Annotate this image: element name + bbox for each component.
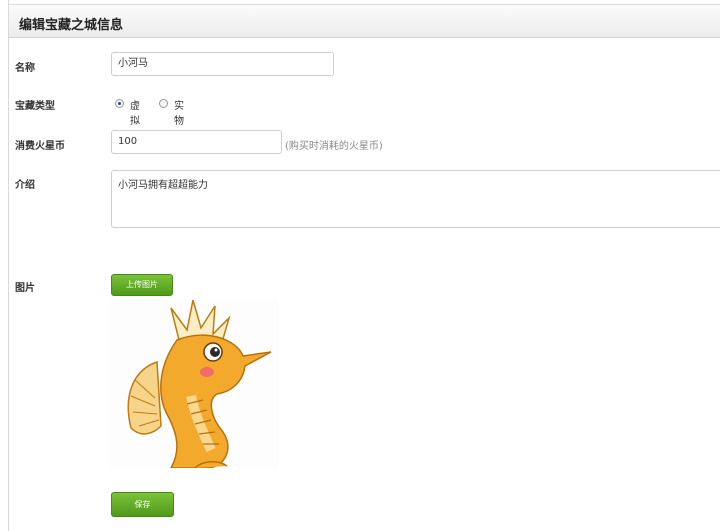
radio-virtual-label[interactable]: 虚拟 (130, 97, 140, 127)
intro-textarea[interactable]: 小河马拥有超超能力 (111, 170, 720, 228)
intro-label: 介绍 (15, 180, 35, 191)
radio-virtual[interactable] (115, 99, 124, 108)
radio-physical[interactable] (159, 99, 168, 108)
save-button[interactable]: 保存 (111, 492, 174, 517)
image-label: 图片 (15, 283, 35, 294)
name-label: 名称 (15, 63, 35, 74)
upload-image-button[interactable]: 上传图片 (111, 274, 173, 296)
coins-hint: (购买时消耗的火星币) (285, 141, 383, 152)
name-input[interactable]: 小河马 (111, 52, 334, 76)
radio-physical-label[interactable]: 实物 (174, 97, 184, 127)
type-label: 宝藏类型 (15, 101, 55, 112)
seahorse-image (111, 299, 279, 469)
page-title: 编辑宝藏之城信息 (19, 18, 124, 33)
coins-input[interactable]: 100 (111, 130, 282, 154)
coins-label: 消费火星币 (15, 141, 65, 152)
panel-header: 编辑宝藏之城信息 (9, 4, 720, 38)
